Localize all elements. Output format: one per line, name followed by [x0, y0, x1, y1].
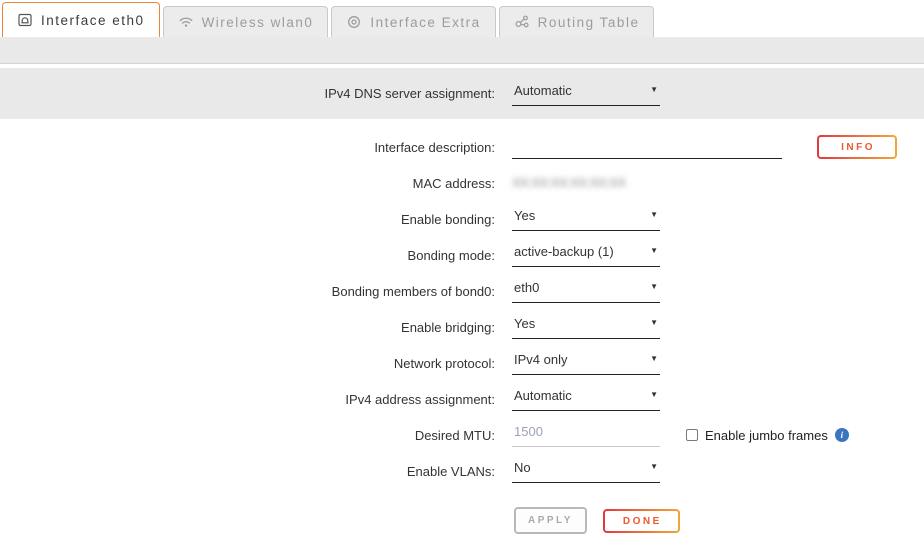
tab-label: Routing Table [538, 15, 640, 30]
tab-bar: Interface eth0 Wireless wlan0 Interface … [0, 0, 924, 37]
chevron-down-icon: ▼ [650, 85, 658, 94]
vlans-select[interactable]: No ▼ [512, 459, 660, 483]
bonding-label: Enable bonding: [0, 212, 495, 227]
mac-label: MAC address: [0, 176, 495, 191]
chevron-down-icon: ▼ [650, 462, 658, 471]
tab-routing-table[interactable]: Routing Table [499, 6, 655, 37]
interface-form: Interface description: INFO MAC address:… [0, 119, 924, 489]
tab-interface-eth0[interactable]: Interface eth0 [2, 2, 160, 37]
bond-members-select[interactable]: eth0 ▼ [512, 279, 660, 303]
ipv4-assignment-row: IPv4 address assignment: Automatic ▼ [0, 381, 924, 417]
description-input[interactable] [512, 135, 782, 159]
bridging-select[interactable]: Yes ▼ [512, 315, 660, 339]
tab-label: Wireless wlan0 [202, 15, 314, 30]
target-icon [346, 14, 362, 30]
ipv4-assignment-select[interactable]: Automatic ▼ [512, 387, 660, 411]
tab-wireless-wlan0[interactable]: Wireless wlan0 [163, 6, 329, 37]
chevron-down-icon: ▼ [650, 390, 658, 399]
footer-actions: APPLY DONE [514, 507, 924, 534]
description-row: Interface description: INFO [0, 129, 924, 165]
vlans-label: Enable VLANs: [0, 464, 495, 479]
bridging-label: Enable bridging: [0, 320, 495, 335]
tab-label: Interface eth0 [41, 13, 145, 28]
protocol-row: Network protocol: IPv4 only ▼ [0, 345, 924, 381]
routing-icon [514, 14, 530, 30]
info-icon[interactable]: i [835, 428, 849, 442]
ethernet-icon [17, 12, 33, 28]
bond-members-row: Bonding members of bond0: eth0 ▼ [0, 273, 924, 309]
tab-label: Interface Extra [370, 15, 480, 30]
jumbo-frames-group: Enable jumbo frames i [686, 428, 849, 443]
done-button[interactable]: DONE [603, 509, 680, 533]
mtu-row: Desired MTU: Enable jumbo frames i [0, 417, 924, 453]
jumbo-frames-checkbox[interactable] [686, 429, 698, 441]
mac-row: MAC address: XX:XX:XX:XX:XX:XX [0, 165, 924, 201]
bonding-mode-label: Bonding mode: [0, 248, 495, 263]
chevron-down-icon: ▼ [650, 282, 658, 291]
mtu-label: Desired MTU: [0, 428, 495, 443]
chevron-down-icon: ▼ [650, 210, 658, 219]
bond-members-label: Bonding members of bond0: [0, 284, 495, 299]
bridging-row: Enable bridging: Yes ▼ [0, 309, 924, 345]
ipv4-assignment-label: IPv4 address assignment: [0, 392, 495, 407]
chevron-down-icon: ▼ [650, 246, 658, 255]
dns-assignment-label: IPv4 DNS server assignment: [0, 86, 495, 101]
bonding-row: Enable bonding: Yes ▼ [0, 201, 924, 237]
mac-value-redacted: XX:XX:XX:XX:XX:XX [512, 175, 626, 190]
description-label: Interface description: [0, 140, 495, 155]
protocol-select[interactable]: IPv4 only ▼ [512, 351, 660, 375]
tab-interface-extra[interactable]: Interface Extra [331, 6, 495, 37]
chevron-down-icon: ▼ [650, 318, 658, 327]
chevron-down-icon: ▼ [650, 354, 658, 363]
bonding-select[interactable]: Yes ▼ [512, 207, 660, 231]
wifi-icon [178, 14, 194, 30]
bonding-mode-select[interactable]: active-backup (1) ▼ [512, 243, 660, 267]
dns-section: IPv4 DNS server assignment: Automatic ▼ [0, 68, 924, 119]
jumbo-frames-label: Enable jumbo frames [705, 428, 828, 443]
info-button[interactable]: INFO [817, 135, 897, 159]
dns-assignment-select[interactable]: Automatic ▼ [512, 82, 660, 106]
protocol-label: Network protocol: [0, 356, 495, 371]
bonding-mode-row: Bonding mode: active-backup (1) ▼ [0, 237, 924, 273]
vlans-row: Enable VLANs: No ▼ [0, 453, 924, 489]
mtu-input[interactable] [512, 423, 660, 447]
toolbar-band [0, 37, 924, 64]
apply-button[interactable]: APPLY [514, 507, 587, 534]
